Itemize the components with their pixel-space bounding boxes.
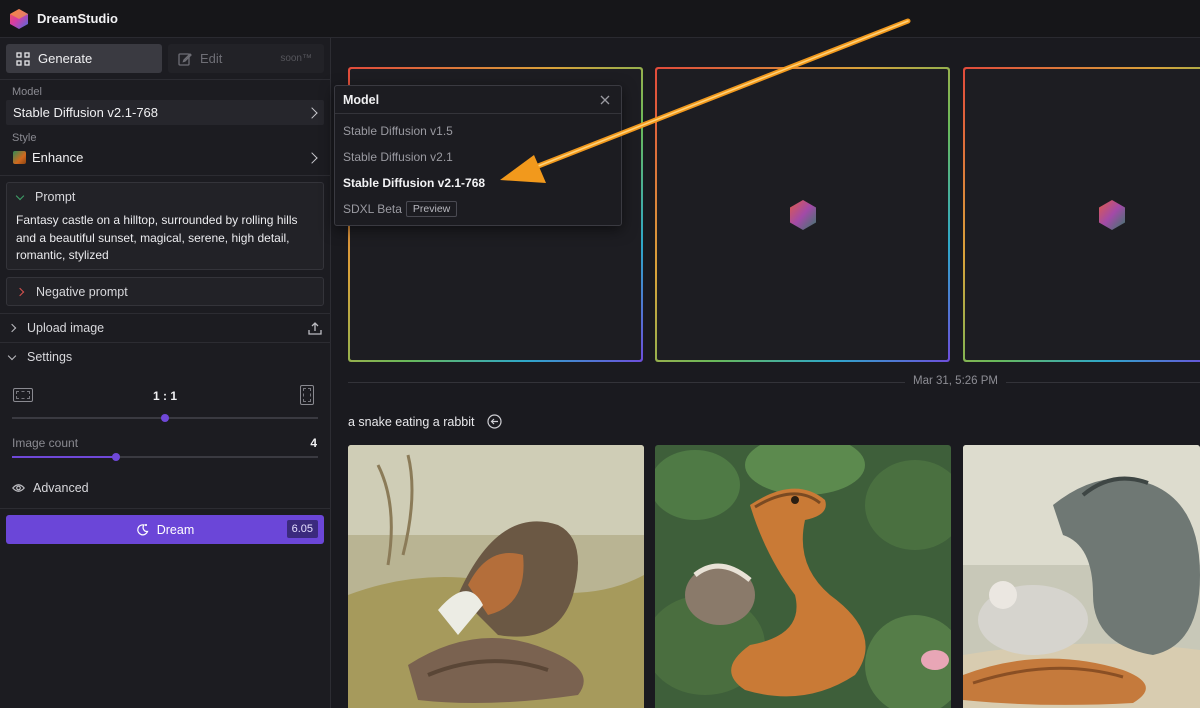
model-option-label: SDXL Beta bbox=[343, 202, 402, 216]
loading-hexagon-icon bbox=[1099, 199, 1125, 230]
tab-edit-label: Edit bbox=[200, 51, 223, 66]
settings-row[interactable]: Settings bbox=[0, 343, 331, 371]
landscape-ratio-icon[interactable] bbox=[13, 388, 33, 402]
model-selector[interactable]: Stable Diffusion v2.1-768 bbox=[6, 100, 324, 125]
aspect-ratio-slider-thumb[interactable] bbox=[161, 414, 169, 422]
dream-button[interactable]: Dream 6.05 bbox=[6, 515, 324, 544]
reuse-prompt-icon[interactable] bbox=[487, 414, 503, 429]
moon-stars-icon bbox=[136, 524, 149, 536]
image-count-slider-thumb[interactable] bbox=[112, 453, 121, 461]
aspect-ratio-value: 1 : 1 bbox=[152, 389, 177, 403]
close-icon[interactable] bbox=[600, 95, 610, 105]
model-dropdown: Model Stable Diffusion v1.5 Stable Diffu… bbox=[334, 85, 622, 226]
generating-image-frame[interactable] bbox=[655, 67, 950, 362]
portrait-ratio-icon[interactable] bbox=[300, 385, 314, 405]
app-title: DreamStudio bbox=[37, 11, 118, 26]
divider bbox=[0, 508, 331, 509]
aspect-ratio-slider[interactable] bbox=[12, 414, 318, 422]
dream-button-label: Dream bbox=[156, 522, 195, 537]
image-count-label: Image count bbox=[12, 436, 79, 450]
chevron-down-icon bbox=[7, 351, 17, 360]
image-count-value: 4 bbox=[310, 436, 317, 450]
dreamstudio-logo-icon bbox=[10, 8, 28, 29]
grid-icon bbox=[16, 51, 30, 66]
prompt-input[interactable]: Fantasy castle on a hilltop, surrounded … bbox=[7, 211, 323, 271]
divider bbox=[0, 175, 331, 176]
history-divider bbox=[348, 382, 1200, 383]
style-value: Enhance bbox=[32, 150, 84, 165]
preview-badge: Preview bbox=[405, 201, 458, 217]
upload-icon[interactable] bbox=[308, 321, 322, 335]
generated-image[interactable] bbox=[655, 445, 951, 708]
tab-generate[interactable]: Generate bbox=[6, 44, 162, 73]
generation-header: a snake eating a rabbit bbox=[348, 414, 503, 429]
mode-tabs: Generate Edit soon™ bbox=[6, 44, 324, 73]
tab-generate-label: Generate bbox=[38, 51, 93, 66]
model-value: Stable Diffusion v2.1-768 bbox=[13, 105, 159, 120]
negative-prompt-box[interactable]: Negative prompt bbox=[6, 277, 324, 306]
image-count-slider-fill bbox=[12, 456, 117, 458]
divider bbox=[0, 79, 331, 80]
generating-image-frame[interactable] bbox=[963, 67, 1200, 362]
upload-image-label: Upload image bbox=[27, 321, 105, 335]
model-label: Model bbox=[12, 86, 42, 98]
upload-image-row[interactable]: Upload image bbox=[0, 314, 331, 342]
image-count-slider[interactable] bbox=[12, 453, 318, 461]
negative-prompt-label: Negative prompt bbox=[36, 285, 128, 299]
prompt-box: Prompt Fantasy castle on a hilltop, surr… bbox=[6, 182, 324, 270]
top-bar: DreamStudio bbox=[0, 0, 1200, 38]
generated-image[interactable] bbox=[963, 445, 1200, 708]
tab-edit[interactable]: Edit soon™ bbox=[168, 44, 324, 73]
generated-image[interactable] bbox=[348, 445, 644, 708]
chevron-right-icon bbox=[306, 151, 318, 164]
prompt-label: Prompt bbox=[35, 190, 76, 204]
chevron-down-icon bbox=[15, 191, 25, 200]
chevron-right-icon bbox=[7, 323, 17, 333]
style-thumbnail-icon bbox=[13, 151, 26, 164]
style-label: Style bbox=[12, 132, 37, 144]
dropdown-title: Model bbox=[335, 86, 621, 114]
settings-label: Settings bbox=[27, 350, 73, 364]
model-option[interactable]: Stable Diffusion v1.5 bbox=[335, 118, 621, 144]
edit-icon bbox=[178, 52, 192, 66]
negative-prompt-header[interactable]: Negative prompt bbox=[7, 278, 323, 306]
model-option[interactable]: Stable Diffusion v2.1 bbox=[335, 144, 621, 170]
sidebar: Generate Edit soon™ Model Stable Diffusi… bbox=[0, 38, 331, 708]
style-selector[interactable]: Enhance bbox=[6, 145, 324, 170]
credit-cost-badge: 6.05 bbox=[286, 520, 318, 538]
chevron-right-icon bbox=[15, 287, 25, 297]
model-option[interactable]: SDXL Beta Preview bbox=[335, 196, 621, 222]
advanced-label: Advanced bbox=[33, 481, 89, 495]
soon-badge: soon™ bbox=[280, 53, 312, 64]
model-option-selected[interactable]: Stable Diffusion v2.1-768 bbox=[335, 170, 621, 196]
eye-icon bbox=[12, 484, 25, 492]
chevron-right-icon bbox=[306, 106, 318, 119]
prompt-header[interactable]: Prompt bbox=[7, 183, 323, 211]
loading-hexagon-icon bbox=[789, 199, 816, 230]
generation-title: a snake eating a rabbit bbox=[348, 414, 475, 429]
history-date: Mar 31, 5:26 PM bbox=[905, 375, 1007, 387]
advanced-row[interactable]: Advanced bbox=[0, 474, 331, 502]
